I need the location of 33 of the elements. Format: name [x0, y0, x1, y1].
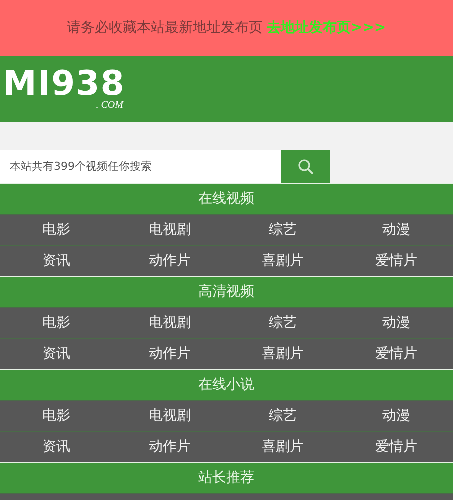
search-icon [298, 158, 314, 174]
section-heading: 高清视频 [0, 276, 453, 307]
category-link[interactable]: 爱情片 [340, 432, 453, 462]
notice-text: 请务必收藏本站最新地址发布页 [66, 19, 263, 37]
category-link[interactable]: 电影 [0, 401, 114, 431]
category-link[interactable]: 动作片 [113, 339, 226, 369]
category-link[interactable]: 资讯 [0, 246, 114, 276]
category-link[interactable]: 喜剧片 [226, 432, 340, 462]
category-link[interactable]: 动漫 [340, 308, 453, 338]
section-heading: 在线视频 [0, 183, 453, 214]
category-link[interactable]: 电视剧 [113, 308, 226, 338]
category-link[interactable]: 动作片 [113, 246, 226, 276]
category-link[interactable]: 动作片 [113, 432, 226, 462]
category-link[interactable]: 爱情片 [340, 339, 453, 369]
category-link[interactable]: 资讯 [0, 432, 114, 462]
search-button[interactable] [281, 150, 330, 183]
category-link[interactable]: 资讯 [0, 339, 114, 369]
search-field[interactable]: 本站共有399个视频任你搜索 [0, 150, 281, 183]
section-heading: 站长推荐 [0, 462, 453, 493]
category-link[interactable]: 电视剧 [113, 215, 226, 245]
category-link[interactable]: 电影 [0, 308, 114, 338]
category-link[interactable]: 电视剧 [113, 401, 226, 431]
category-link[interactable]: 综艺 [226, 215, 340, 245]
category-link[interactable]: 爱情片 [340, 246, 453, 276]
category-link[interactable]: 综艺 [226, 401, 340, 431]
category-link[interactable]: 动漫 [340, 401, 453, 431]
category-link[interactable]: 动漫 [340, 215, 453, 245]
site-logo[interactable]: MI938 . COM [0, 67, 126, 111]
category-link[interactable]: 综艺 [226, 308, 340, 338]
category-link[interactable]: 喜剧片 [226, 246, 340, 276]
section-heading: 在线小说 [0, 369, 453, 400]
category-link[interactable]: 喜剧片 [226, 339, 340, 369]
category-link[interactable]: 电影 [0, 215, 114, 245]
